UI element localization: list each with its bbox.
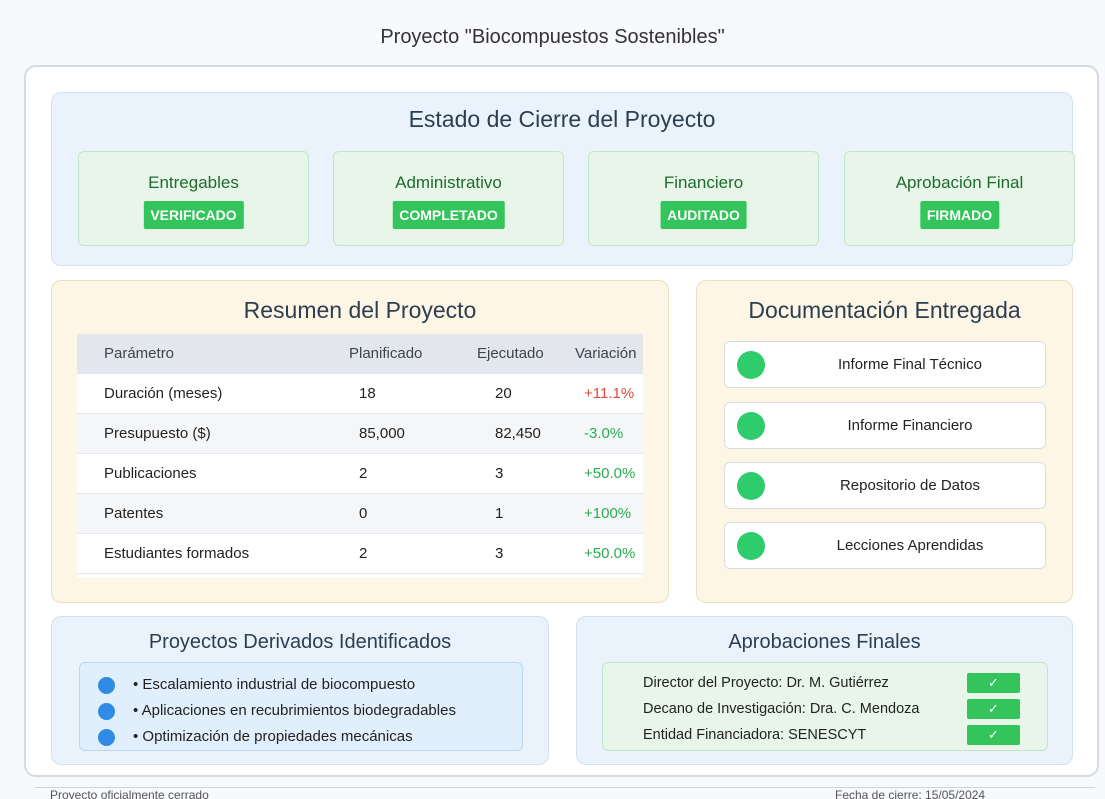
document-item[interactable]: Repositorio de Datos xyxy=(724,462,1046,509)
bullet-dot-icon xyxy=(98,703,115,720)
cell-planned: 85,000 xyxy=(359,425,405,442)
approved-check-icon: ✓ xyxy=(967,725,1020,745)
table-header: Parámetro Planificado Ejecutado Variació… xyxy=(77,334,643,374)
table-row: Duración (meses) 18 20 +11.1% xyxy=(77,374,643,414)
approval-label: Director del Proyecto: Dr. M. Gutiérrez xyxy=(643,675,889,691)
project-summary-title: Resumen del Proyecto xyxy=(243,297,477,323)
delivered-status-dot-icon xyxy=(737,351,765,379)
document-item[interactable]: Lecciones Aprendidas xyxy=(724,522,1046,569)
status-name: Financiero xyxy=(663,173,744,192)
column-header-planned: Planificado xyxy=(349,345,423,362)
status-badge: AUDITADO xyxy=(660,201,747,229)
delivered-status-dot-icon xyxy=(737,412,765,440)
delivered-documents-title: Documentación Entregada xyxy=(748,297,1021,323)
status-badge: FIRMADO xyxy=(919,201,1000,229)
approvals-list: Director del Proyecto: Dr. M. Gutiérrez … xyxy=(602,662,1048,751)
cell-executed: 1 xyxy=(495,505,504,522)
cell-planned: 2 xyxy=(359,545,368,562)
derived-projects-panel: Proyectos Derivados Identificados • Esca… xyxy=(51,616,549,765)
cell-executed: 3 xyxy=(495,545,504,562)
cell-variation: +100% xyxy=(584,505,632,522)
delivered-status-dot-icon xyxy=(737,472,765,500)
cell-executed: 82,450 xyxy=(495,425,541,442)
status-badge: VERIFICADO xyxy=(143,201,244,229)
approval-row: Director del Proyecto: Dr. M. Gutiérrez … xyxy=(603,673,1047,695)
list-item-text: • Escalamiento industrial de biocompuest… xyxy=(133,676,416,693)
status-badge: COMPLETADO xyxy=(392,201,505,229)
document-label: Informe Final Técnico xyxy=(838,356,982,373)
approval-row: Entidad Financiadora: SENESCYT ✓ xyxy=(603,725,1047,747)
approved-check-icon: ✓ xyxy=(967,673,1020,693)
cell-executed: 20 xyxy=(495,385,512,402)
table-row: Publicaciones 2 3 +50.0% xyxy=(77,454,643,494)
approval-row: Decano de Investigación: Dra. C. Mendoza… xyxy=(603,699,1047,721)
cell-parameter: Patentes xyxy=(104,505,164,522)
status-card-administrative: Administrativo COMPLETADO xyxy=(333,151,564,246)
document-label: Repositorio de Datos xyxy=(839,477,981,494)
status-card-deliverables: Entregables VERIFICADO xyxy=(78,151,309,246)
final-approvals-title: Aprobaciones Finales xyxy=(728,631,921,653)
document-item[interactable]: Informe Final Técnico xyxy=(724,341,1046,388)
delivered-status-dot-icon xyxy=(737,532,765,560)
derived-projects-list: • Escalamiento industrial de biocompuest… xyxy=(79,662,523,751)
cell-parameter: Presupuesto ($) xyxy=(104,425,211,442)
closure-status-title: Estado de Cierre del Proyecto xyxy=(408,106,716,132)
column-header-parameter: Parámetro xyxy=(104,345,175,362)
footer-close-date: Fecha de cierre: 15/05/2024 xyxy=(835,788,986,799)
project-dashboard: Estado de Cierre del Proyecto Entregable… xyxy=(24,65,1099,777)
cell-variation: -3.0% xyxy=(584,425,624,442)
table-row: Patentes 0 1 +100% xyxy=(77,494,643,534)
footer-status-text: Proyecto oficialmente cerrado xyxy=(50,788,209,799)
cell-planned: 18 xyxy=(359,385,376,402)
cell-parameter: Publicaciones xyxy=(104,465,197,482)
cell-planned: 2 xyxy=(359,465,368,482)
cell-executed: 3 xyxy=(495,465,504,482)
cell-parameter: Estudiantes formados xyxy=(104,545,250,562)
approval-label: Decano de Investigación: Dra. C. Mendoza xyxy=(643,701,920,717)
derived-projects-title: Proyectos Derivados Identificados xyxy=(148,631,452,653)
status-name: Administrativo xyxy=(395,173,502,192)
summary-table: Parámetro Planificado Ejecutado Variació… xyxy=(77,334,643,578)
status-card-final-approval: Aprobación Final FIRMADO xyxy=(844,151,1075,246)
project-summary-panel: Resumen del Proyecto Parámetro Planifica… xyxy=(51,280,669,603)
list-item-text: • Optimización de propiedades mecánicas xyxy=(133,728,413,745)
approval-label: Entidad Financiadora: SENESCYT xyxy=(643,727,867,743)
final-approvals-panel: Aprobaciones Finales Director del Proyec… xyxy=(576,616,1073,765)
cell-variation: +50.0% xyxy=(584,545,636,562)
table-row: Estudiantes formados 2 3 +50.0% xyxy=(77,534,643,574)
page-title: Proyecto "Biocompuestos Sostenibles" xyxy=(380,26,725,48)
column-header-variation: Variación xyxy=(575,345,637,362)
column-header-executed: Ejecutado xyxy=(477,345,544,362)
status-card-financial: Financiero AUDITADO xyxy=(588,151,819,246)
cell-variation: +50.0% xyxy=(584,465,636,482)
bullet-dot-icon xyxy=(98,729,115,746)
status-name: Entregables xyxy=(148,173,239,192)
cell-parameter: Duración (meses) xyxy=(104,385,223,402)
table-row: Presupuesto ($) 85,000 82,450 -3.0% xyxy=(77,414,643,454)
cell-planned: 0 xyxy=(359,505,368,522)
approved-check-icon: ✓ xyxy=(967,699,1020,719)
delivered-documents-panel: Documentación Entregada Informe Final Té… xyxy=(696,280,1073,603)
document-item[interactable]: Informe Financiero xyxy=(724,402,1046,449)
list-item-text: • Aplicaciones en recubrimientos biodegr… xyxy=(133,702,456,719)
status-name: Aprobación Final xyxy=(895,173,1024,192)
closure-status-panel: Estado de Cierre del Proyecto Entregable… xyxy=(51,92,1075,266)
document-label: Informe Financiero xyxy=(847,417,973,434)
cell-variation: +11.1% xyxy=(584,385,635,402)
document-label: Lecciones Aprendidas xyxy=(836,537,984,554)
bullet-dot-icon xyxy=(98,677,115,694)
